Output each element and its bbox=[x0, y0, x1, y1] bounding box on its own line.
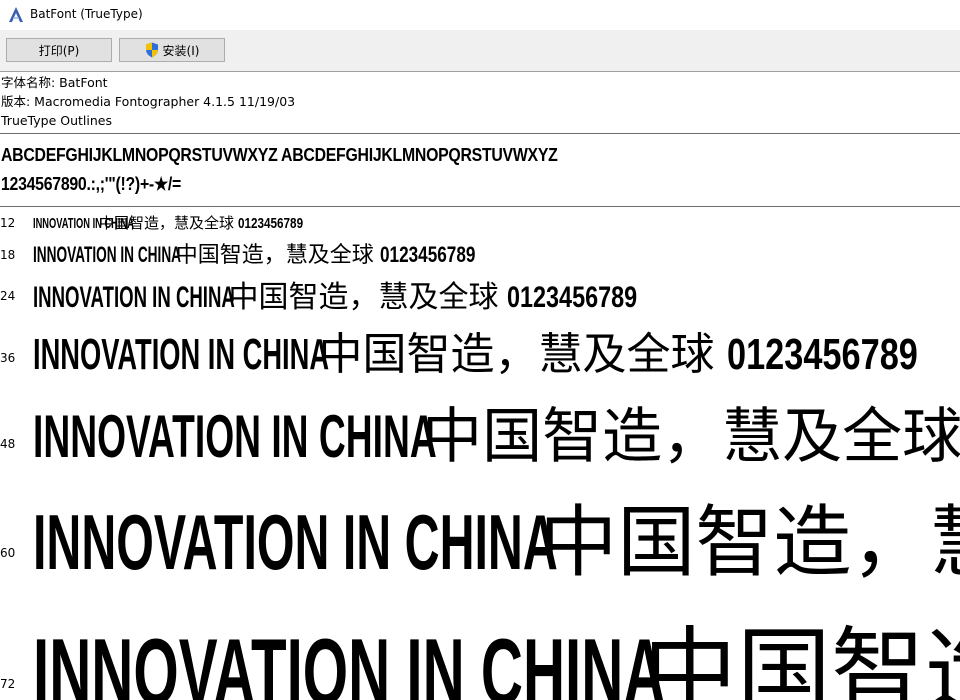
sample-text: INNOVATION IN CHINA中国智造，慧及全球 bbox=[33, 596, 960, 700]
sample-text: INNOVATION IN CHINA中国智造，慧及全球 bbox=[33, 388, 960, 464]
sample-cjk: 中国智造，慧及全球 bbox=[643, 618, 960, 700]
sample-row-72: 72 INNOVATION IN CHINA中国智造，慧及全球 bbox=[0, 590, 960, 700]
sample-text: INNOVATION IN CHINA中国智造，慧及全球 0123456789 bbox=[33, 272, 674, 312]
print-button[interactable]: 打印(P) bbox=[6, 38, 112, 62]
character-set: ABCDEFGHIJKLMNOPQRSTUVWXYZ ABCDEFGHIJKLM… bbox=[1, 141, 959, 199]
sample-row-18: 18 INNOVATION IN CHINA中国智造，慧及全球 01234567… bbox=[0, 236, 960, 268]
install-button[interactable]: 安装(I) bbox=[119, 38, 225, 62]
sample-row-24: 24 INNOVATION IN CHINA中国智造，慧及全球 01234567… bbox=[0, 268, 960, 312]
sample-row-60: 60 INNOVATION IN CHINA中国智造，慧及全球 bbox=[0, 470, 960, 580]
sample-latin: INNOVATION IN CHINA bbox=[33, 215, 134, 232]
sample-latin: INNOVATION IN CHINA bbox=[33, 619, 666, 700]
sample-row-12: 12 INNOVATION IN CHINA中国智造，慧及全球 01234567… bbox=[0, 210, 960, 236]
size-label: 48 bbox=[0, 437, 16, 451]
font-name-line: 字体名称: BatFont bbox=[1, 75, 108, 90]
print-button-label: 打印(P) bbox=[38, 43, 80, 58]
size-label: 12 bbox=[0, 216, 16, 230]
font-outline-line: TrueType Outlines bbox=[1, 113, 112, 128]
font-info: 字体名称: BatFont 版本: Macromedia Fontographe… bbox=[0, 73, 960, 130]
divider bbox=[0, 206, 960, 207]
divider bbox=[0, 133, 960, 134]
sample-digits: 0123456789 bbox=[379, 242, 476, 267]
size-label: 60 bbox=[0, 546, 16, 560]
charset-line-symbols: 1234567890.:,;'"(!?)+-★/= bbox=[1, 174, 182, 194]
sample-cjk: 中国智造，慧及全球 bbox=[175, 243, 374, 268]
sample-text: INNOVATION IN CHINA中国智造，慧及全球 0123456789 bbox=[33, 318, 960, 376]
sample-latin: INNOVATION IN CHINA bbox=[33, 242, 182, 267]
size-label: 24 bbox=[0, 289, 16, 303]
title-bar: BatFont (TrueType) bbox=[0, 0, 960, 30]
sample-latin: INNOVATION IN CHINA bbox=[33, 330, 330, 376]
sample-cjk: 中国智造，慧及全球 bbox=[539, 498, 960, 580]
sample-latin: INNOVATION IN CHINA bbox=[33, 281, 235, 312]
sample-text: INNOVATION IN CHINA中国智造，慧及全球 0123456789 bbox=[33, 237, 502, 268]
size-label: 36 bbox=[0, 351, 16, 365]
sample-text: INNOVATION IN CHINA中国智造，慧及全球 bbox=[33, 480, 960, 580]
sample-cjk: 中国智造，慧及全球 bbox=[318, 329, 715, 376]
install-button-label: 安装(I) bbox=[162, 43, 200, 58]
sample-row-48: 48 INNOVATION IN CHINA中国智造，慧及全球 bbox=[0, 380, 960, 464]
size-label: 18 bbox=[0, 248, 16, 262]
sample-cjk: 中国智造，慧及全球 bbox=[422, 402, 960, 464]
sample-text: INNOVATION IN CHINA中国智造，慧及全球 0123456789 bbox=[33, 212, 322, 233]
charset-line-letters: ABCDEFGHIJKLMNOPQRSTUVWXYZ ABCDEFGHIJKLM… bbox=[1, 145, 558, 165]
window-title: BatFont (TrueType) bbox=[30, 7, 143, 21]
sample-digits: 0123456789 bbox=[506, 281, 638, 312]
sample-latin: INNOVATION IN CHINA bbox=[33, 498, 558, 580]
sample-digits: 0123456789 bbox=[238, 215, 304, 232]
sample-cjk: 中国智造，慧及全球 bbox=[228, 280, 499, 312]
sample-latin: INNOVATION IN CHINA bbox=[33, 403, 437, 464]
size-label: 72 bbox=[0, 677, 16, 691]
toolbar: 打印(P) 安装(I) bbox=[0, 30, 960, 72]
sample-row-36: 36 INNOVATION IN CHINA中国智造，慧及全球 01234567… bbox=[0, 312, 960, 376]
font-icon bbox=[9, 7, 23, 22]
sample-digits: 0123456789 bbox=[726, 330, 918, 376]
uac-shield-icon bbox=[145, 42, 158, 58]
font-version-line: 版本: Macromedia Fontographer 4.1.5 11/19/… bbox=[1, 94, 296, 109]
